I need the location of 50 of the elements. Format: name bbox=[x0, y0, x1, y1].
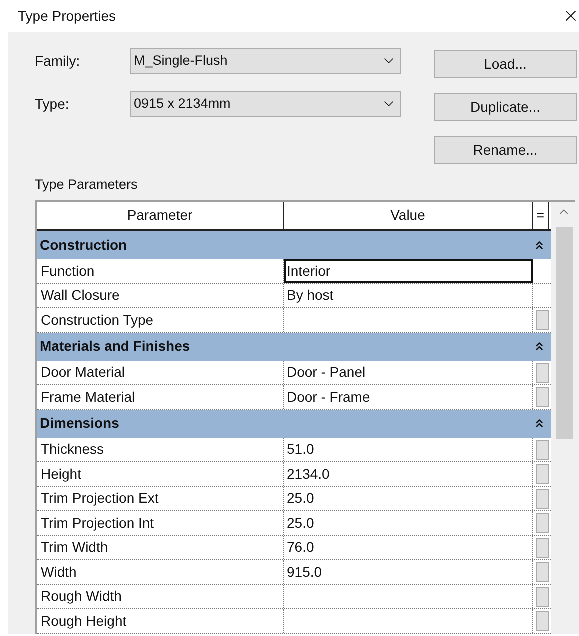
parameter-button[interactable] bbox=[536, 362, 548, 382]
parameter-cell: Thickness bbox=[37, 438, 284, 462]
parameter-cell: Trim Projection Int bbox=[37, 511, 284, 535]
parameter-cell: Rough Height bbox=[37, 609, 284, 633]
parameter-button[interactable] bbox=[536, 562, 548, 582]
parameter-cell: Wall Closure bbox=[37, 284, 284, 308]
value-cell[interactable]: Door - Panel bbox=[284, 360, 533, 384]
value-cell[interactable]: Interior bbox=[284, 259, 533, 283]
parameter-button[interactable] bbox=[536, 310, 548, 330]
parameter-cell: Trim Projection Ext bbox=[37, 486, 284, 510]
parameter-cell: Trim Width bbox=[37, 536, 284, 560]
parameter-cell: Frame Material bbox=[37, 385, 284, 409]
value-cell[interactable]: 25.0 bbox=[284, 486, 533, 510]
parameter-cell: Function bbox=[37, 259, 284, 283]
dialog-button[interactable]: Load... bbox=[434, 50, 577, 78]
dropdown[interactable]: 0915 x 2134mm bbox=[130, 91, 401, 117]
parameter-button[interactable] bbox=[536, 387, 548, 407]
value-cell[interactable]: 51.0 bbox=[284, 438, 533, 462]
parameter-cell: Construction Type bbox=[37, 308, 284, 332]
value-cell[interactable]: 25.0 bbox=[284, 511, 533, 535]
column-header: Value bbox=[284, 202, 533, 230]
parameter-cell: Rough Width bbox=[37, 584, 284, 608]
parameter-cell: Width bbox=[37, 560, 284, 584]
dialog-button[interactable]: Duplicate... bbox=[434, 93, 577, 121]
scrollbar-thumb[interactable] bbox=[556, 227, 572, 440]
parameter-button[interactable] bbox=[536, 464, 548, 484]
value-cell[interactable]: 2134.0 bbox=[284, 462, 533, 486]
value-cell[interactable]: 76.0 bbox=[284, 536, 533, 560]
dialog-button[interactable]: Rename... bbox=[434, 136, 577, 164]
column-header: Parameter bbox=[37, 202, 284, 230]
parameter-button[interactable] bbox=[536, 538, 548, 558]
dropdown[interactable]: M_Single-Flush bbox=[130, 48, 401, 74]
group-header[interactable]: Dimensions bbox=[37, 410, 551, 438]
parameter-button[interactable] bbox=[536, 611, 548, 631]
parameter-button[interactable] bbox=[536, 440, 548, 460]
value-cell[interactable]: Door - Frame bbox=[284, 385, 533, 409]
field-label: Type: bbox=[35, 94, 70, 114]
group-header[interactable]: Materials and Finishes bbox=[37, 332, 551, 361]
parameter-button[interactable] bbox=[536, 586, 548, 606]
parameter-cell: Height bbox=[37, 462, 284, 486]
parameter-cell: Door Material bbox=[37, 360, 284, 384]
parameter-button[interactable] bbox=[536, 513, 548, 533]
group-header[interactable]: Construction bbox=[37, 231, 551, 260]
section-label: Type Parameters bbox=[35, 176, 139, 194]
parameter-button[interactable] bbox=[536, 488, 548, 508]
column-header: = bbox=[533, 202, 549, 230]
field-label: Family: bbox=[35, 52, 82, 71]
value-cell[interactable]: 915.0 bbox=[284, 560, 533, 584]
value-cell[interactable]: By host bbox=[284, 284, 533, 308]
window-title: Type Properties bbox=[18, 6, 116, 26]
